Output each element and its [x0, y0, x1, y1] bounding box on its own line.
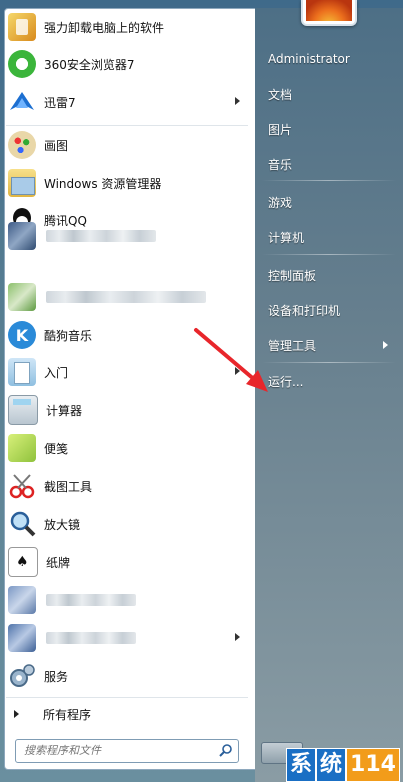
annotation-arrow-icon	[194, 328, 268, 392]
watermark-char: 114	[346, 748, 400, 782]
watermark-char: 系	[286, 748, 317, 782]
watermark-logo: 系 统 114	[286, 748, 400, 782]
watermark-char: 统	[316, 748, 347, 782]
